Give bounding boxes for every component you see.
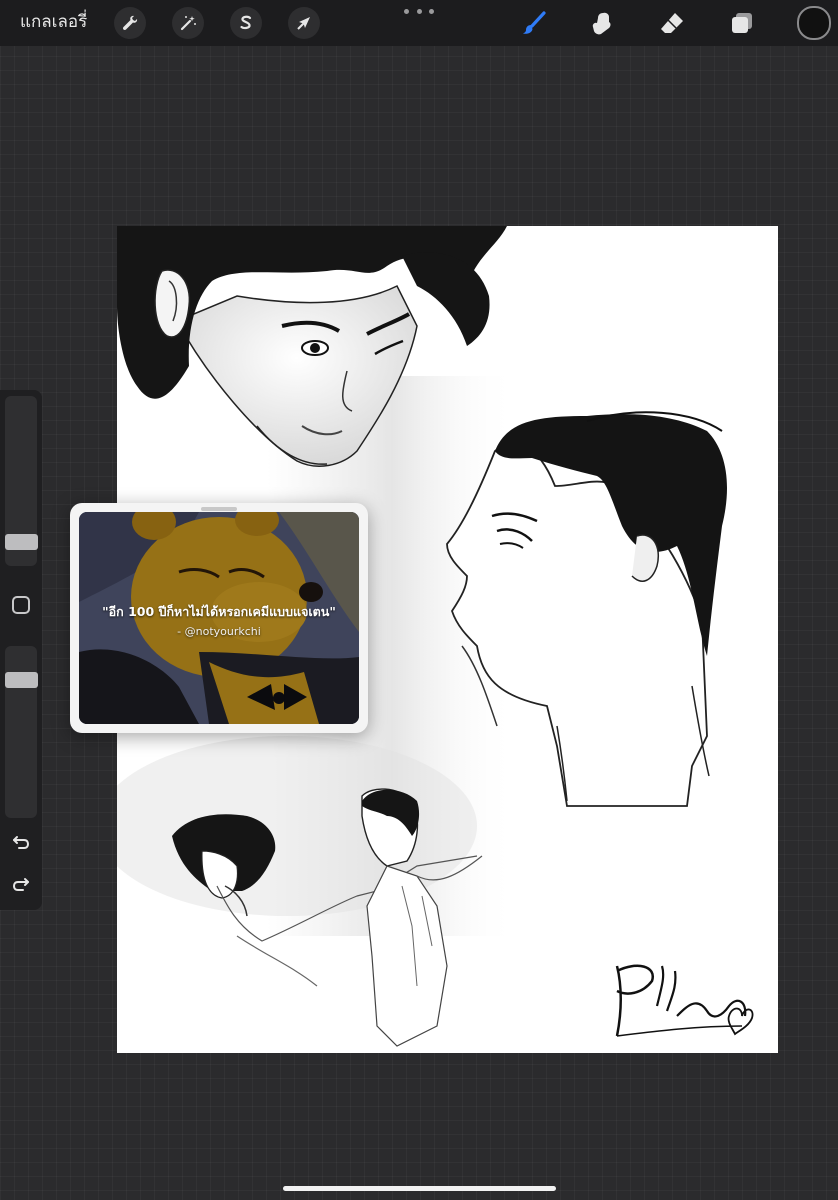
magic-wand-icon bbox=[180, 16, 196, 31]
smudge-finger-icon bbox=[592, 12, 611, 35]
selection-button[interactable] bbox=[230, 7, 262, 39]
arrow-cursor-icon bbox=[297, 17, 310, 30]
more-dots-icon[interactable] bbox=[404, 4, 434, 18]
eraser-icon bbox=[661, 13, 683, 33]
opacity-thumb[interactable] bbox=[5, 672, 38, 688]
brush-icon bbox=[523, 11, 546, 34]
reference-quote: "อีก 100 ปีก็หาไม่ได้หรอกเคมีแบบแจเตน" bbox=[102, 604, 336, 619]
reference-image: "อีก 100 ปีก็หาไม่ได้หรอกเคมีแบบแจเตน" -… bbox=[79, 512, 359, 724]
top-toolbar: แกลเลอรี่ bbox=[0, 0, 838, 46]
transform-button[interactable] bbox=[288, 7, 320, 39]
home-indicator[interactable] bbox=[283, 1186, 556, 1191]
actions-button[interactable] bbox=[114, 7, 146, 39]
reference-drag-handle[interactable] bbox=[201, 507, 237, 511]
left-sidebar bbox=[0, 390, 42, 910]
undo-icon bbox=[13, 836, 30, 849]
redo-button[interactable] bbox=[8, 872, 34, 898]
procreate-screen: แกลเลอรี่ "อีก 100 ปีก็หาไม่ได้หรอกเคมีแ… bbox=[0, 0, 838, 1200]
adjustments-button[interactable] bbox=[172, 7, 204, 39]
gallery-button[interactable]: แกลเลอรี่ bbox=[20, 10, 87, 34]
brush-tool-button[interactable] bbox=[518, 7, 550, 39]
selection-s-icon bbox=[240, 15, 252, 30]
layers-button[interactable] bbox=[726, 7, 758, 39]
reference-window[interactable]: "อีก 100 ปีก็หาไม่ได้หรอกเคมีแบบแจเตน" -… bbox=[70, 503, 368, 733]
eraser-tool-button[interactable] bbox=[656, 7, 688, 39]
smudge-tool-button[interactable] bbox=[586, 7, 618, 39]
reference-author: - @notyourkchi bbox=[177, 625, 261, 638]
brush-size-thumb[interactable] bbox=[5, 534, 38, 550]
redo-icon bbox=[12, 878, 29, 891]
wrench-icon bbox=[122, 15, 138, 31]
modify-button[interactable] bbox=[12, 596, 30, 614]
artist-signature bbox=[615, 964, 754, 1037]
layers-icon bbox=[732, 13, 752, 33]
undo-button[interactable] bbox=[8, 830, 34, 856]
color-picker-button[interactable] bbox=[797, 6, 831, 40]
